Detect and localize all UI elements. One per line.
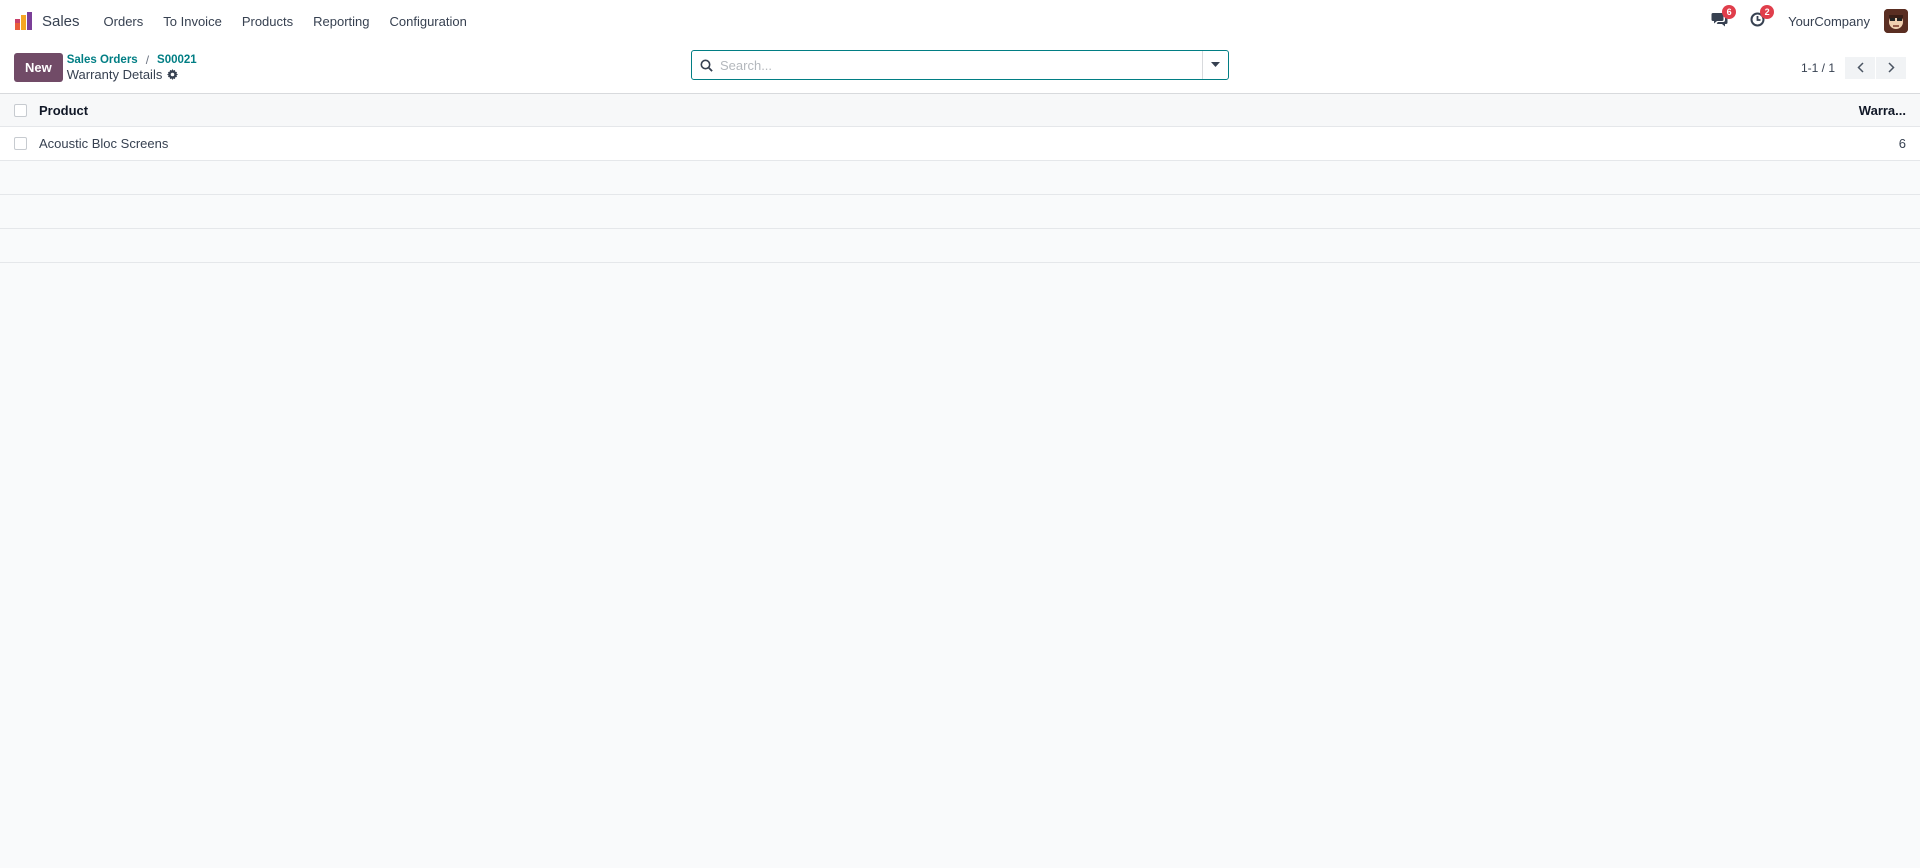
list-header: Product Warra... (0, 94, 1920, 127)
systray: 6 2 YourCompany (1708, 5, 1908, 33)
messages-badge: 6 (1722, 5, 1737, 19)
menu-orders[interactable]: Orders (94, 14, 154, 29)
pager-value[interactable]: 1-1 / 1 (1801, 61, 1835, 75)
activities-badge: 2 (1760, 5, 1775, 19)
page-title-text: Warranty Details (66, 66, 163, 82)
chevron-left-icon (1856, 62, 1864, 73)
pager-next-button[interactable] (1876, 56, 1906, 79)
empty-row (0, 195, 1920, 229)
cell-warranty[interactable]: 6 (1846, 136, 1906, 151)
top-navbar: Sales Orders To Invoice Products Reporti… (0, 0, 1920, 42)
menu-reporting[interactable]: Reporting (303, 14, 379, 29)
pager-previous-button[interactable] (1845, 56, 1875, 79)
new-button[interactable]: New (14, 53, 63, 82)
chevron-right-icon (1887, 62, 1895, 73)
breadcrumb-order[interactable]: S00021 (157, 53, 197, 67)
select-all-checkbox[interactable] (14, 103, 27, 117)
empty-row (0, 161, 1920, 195)
menu-products[interactable]: Products (232, 14, 303, 29)
breadcrumb: Sales Orders / S00021 (67, 53, 197, 67)
menu-configuration[interactable]: Configuration (380, 14, 477, 29)
pager: 1-1 / 1 (1801, 56, 1906, 79)
breadcrumb-sales-orders[interactable]: Sales Orders (67, 53, 138, 67)
table-row[interactable]: Acoustic Bloc Screens 6 (0, 127, 1920, 161)
search-icon (692, 59, 720, 72)
cell-product[interactable]: Acoustic Bloc Screens (39, 136, 1846, 151)
main-menu: Orders To Invoice Products Reporting Con… (94, 14, 477, 29)
search-input[interactable] (720, 51, 1202, 79)
app-name[interactable]: Sales (42, 13, 80, 30)
company-switcher[interactable]: YourCompany (1788, 14, 1870, 29)
breadcrumb-area: Sales Orders / S00021 Warranty Details (67, 53, 197, 83)
user-avatar[interactable] (1884, 9, 1908, 33)
messages-button[interactable]: 6 (1708, 5, 1737, 32)
list-view: Product Warra... Acoustic Bloc Screens 6 (0, 94, 1920, 263)
empty-row (0, 229, 1920, 263)
control-panel: New Sales Orders / S00021 Warranty Detai… (0, 42, 1920, 94)
column-header-warranty[interactable]: Warra... (1846, 103, 1906, 118)
sales-app-icon[interactable] (14, 11, 34, 31)
search-bar (691, 50, 1229, 80)
menu-to-invoice[interactable]: To Invoice (153, 14, 232, 29)
gear-icon[interactable] (167, 69, 179, 80)
page-title: Warranty Details (67, 67, 197, 83)
breadcrumb-separator: / (145, 52, 150, 67)
activities-button[interactable]: 2 (1746, 5, 1775, 32)
search-options-toggle[interactable] (1202, 51, 1228, 79)
caret-down-icon (1211, 62, 1220, 67)
column-header-product[interactable]: Product (39, 103, 1846, 118)
row-checkbox[interactable] (14, 137, 27, 150)
